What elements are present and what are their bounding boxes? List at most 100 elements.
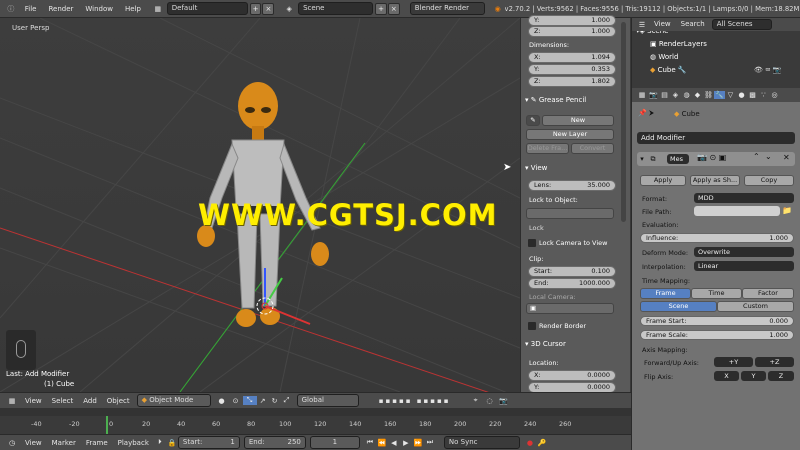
grease-pencil-new-button[interactable]: New [542, 115, 614, 126]
object-tab-icon[interactable]: ◆ [692, 91, 703, 99]
delete-scene-button[interactable]: × [387, 2, 400, 15]
view-menu[interactable]: View [20, 393, 47, 409]
play-icon[interactable]: ▶ [400, 439, 412, 447]
pin-icon[interactable]: 📌 ⮞ [638, 109, 654, 118]
time-mapping-factor-button[interactable]: Factor [742, 288, 794, 299]
render-tab-icon[interactable]: 📷 [648, 91, 659, 99]
move-down-icon[interactable]: ⌄ [765, 152, 772, 161]
timeline-view-menu[interactable]: View [20, 435, 47, 450]
translate-icon[interactable]: ↗ [257, 397, 269, 405]
delete-frame-button[interactable]: Delete Fra... [526, 143, 569, 154]
current-frame-field[interactable]: 1 [309, 436, 360, 449]
influence-field[interactable]: Influence: 1.000 [640, 233, 794, 243]
frame-start-field[interactable]: Frame Start: 0.000 [640, 316, 794, 326]
outliner-search-button[interactable]: Search [676, 18, 710, 31]
record-icon[interactable]: ● [524, 439, 536, 447]
proportional-edit-icon[interactable]: ◌ [483, 397, 497, 405]
outliner-editor-icon[interactable]: ☰ [635, 21, 649, 29]
rotate-icon[interactable]: ↻ [269, 397, 281, 405]
scene-icon[interactable]: ◈ [282, 5, 296, 13]
world-tab-icon[interactable]: ◍ [681, 91, 692, 99]
dimension-z-field[interactable]: Z: 1.802 [528, 76, 616, 87]
folder-icon[interactable]: 📁 [782, 206, 792, 215]
dimension-x-field[interactable]: X: 1.094 [528, 52, 616, 63]
cursor-x-field[interactable]: X: 0.0000 [528, 370, 616, 381]
lock-object-field[interactable] [526, 208, 614, 219]
outliner-item-cube[interactable]: ◆ Cube 🔧 [650, 66, 687, 74]
add-layout-button[interactable]: + [249, 2, 262, 15]
data-tab-icon[interactable]: ▽ [725, 91, 736, 99]
scale-z-field[interactable]: Z: 1.000 [528, 26, 616, 37]
preview-range-icon[interactable]: ⏵ [154, 438, 166, 447]
render-toggle-icon[interactable]: 📷 ⊙ ▣ [697, 153, 726, 162]
add-modifier-menu[interactable]: Add Modifier [637, 132, 795, 144]
time-mapping-time-button[interactable]: Time [691, 288, 742, 299]
sync-mode-select[interactable]: No Sync [443, 436, 520, 449]
frame-menu[interactable]: Frame [81, 435, 113, 450]
flip-z-toggle[interactable]: Z [768, 371, 794, 381]
start-frame-field[interactable]: Start: 1 [177, 436, 240, 449]
view-panel-header[interactable]: ▾ View [525, 162, 625, 174]
move-up-icon[interactable]: ⌃ [753, 152, 760, 161]
time-mapping-frame-button[interactable]: Frame [640, 288, 691, 299]
add-menu[interactable]: Add [78, 393, 102, 409]
outliner-view-button[interactable]: View [649, 18, 676, 31]
outliner-item-renderlayers[interactable]: ▣ RenderLayers [650, 40, 707, 48]
transform-manipulator[interactable] [240, 258, 320, 338]
3d-cursor-panel-header[interactable]: ▾ 3D Cursor [525, 338, 625, 350]
scene-tab-icon[interactable]: ◈ [670, 91, 681, 99]
texture-tab-icon[interactable]: ▩ [747, 91, 758, 99]
remove-modifier-icon[interactable]: ✕ [783, 153, 790, 162]
clip-end-field[interactable]: End: 1000.000 [528, 278, 616, 289]
object-menu[interactable]: Object [102, 393, 135, 409]
pivot-icon[interactable]: ⊙ [229, 397, 243, 405]
modifiers-tab-icon[interactable]: 🔧 [714, 91, 725, 99]
flip-x-toggle[interactable]: X [714, 371, 739, 381]
menu-render[interactable]: Render [42, 0, 79, 18]
scene-button[interactable]: Scene [640, 301, 717, 312]
lock-camera-checkbox[interactable] [528, 239, 536, 247]
renderlayers-tab-icon[interactable]: ▤ [659, 91, 670, 99]
end-frame-field[interactable]: End: 250 [243, 436, 306, 449]
new-layer-button[interactable]: New Layer [526, 129, 614, 140]
info-editor-icon[interactable]: ⓘ [3, 4, 19, 14]
timeline-ruler[interactable]: -40 -20 0 20 40 60 80 100 120 140 160 18… [0, 408, 631, 434]
menu-help[interactable]: Help [119, 0, 147, 18]
3d-viewport[interactable]: User Persp WWW.CGTSJ.COM Last: Add Modif… [0, 18, 520, 392]
pencil-icon[interactable]: ✎ [526, 115, 540, 126]
outliner-item-world[interactable]: ◍ World [650, 53, 678, 61]
timeline-scroll[interactable] [0, 408, 631, 416]
visibility-eye-icon[interactable]: 👁 ⮹ 📷 [754, 66, 782, 75]
lens-field[interactable]: Lens: 35.000 [528, 180, 616, 191]
next-keyframe-icon[interactable]: ⏩ [412, 439, 424, 447]
sidebar-scrollbar[interactable] [621, 22, 626, 222]
scale-y-field[interactable]: Y: 1.000 [528, 15, 616, 26]
mode-selector[interactable]: ◆ Object Mode [136, 394, 211, 407]
clip-start-field[interactable]: Start: 0.100 [528, 266, 616, 277]
prev-keyframe-icon[interactable]: ⏪ [376, 439, 388, 447]
outliner-filter-select[interactable]: All Scenes [711, 19, 772, 30]
timeline-editor-icon[interactable]: ◷ [4, 439, 20, 447]
delete-layout-button[interactable]: × [262, 2, 275, 15]
select-menu[interactable]: Select [47, 393, 79, 409]
particles-tab-icon[interactable]: ∵ [758, 91, 769, 99]
properties-editor-icon[interactable]: ▦ [636, 91, 648, 99]
file-path-input[interactable] [694, 206, 780, 216]
add-scene-button[interactable]: + [375, 2, 387, 15]
orientation-selector[interactable]: Global [296, 394, 359, 407]
jump-start-icon[interactable]: ⏮ [364, 438, 376, 447]
collapse-icon[interactable]: ▾ [637, 155, 647, 163]
flip-y-toggle[interactable]: Y [741, 371, 766, 381]
scene-selector[interactable]: Scene [298, 2, 374, 15]
dimension-y-field[interactable]: Y: 0.353 [528, 64, 616, 75]
apply-as-shape-button[interactable]: Apply as Sh... [690, 175, 740, 186]
apply-button[interactable]: Apply [640, 175, 686, 186]
playback-menu[interactable]: Playback [113, 435, 154, 450]
constraints-tab-icon[interactable]: ⛓ [703, 91, 714, 99]
layout-selector[interactable]: Default [166, 2, 248, 15]
custom-button[interactable]: Custom [717, 301, 794, 312]
menu-file[interactable]: File [19, 0, 43, 18]
scale-icon[interactable]: ⤢ [281, 396, 293, 405]
marker-menu[interactable]: Marker [47, 435, 81, 450]
material-tab-icon[interactable]: ● [736, 91, 747, 99]
